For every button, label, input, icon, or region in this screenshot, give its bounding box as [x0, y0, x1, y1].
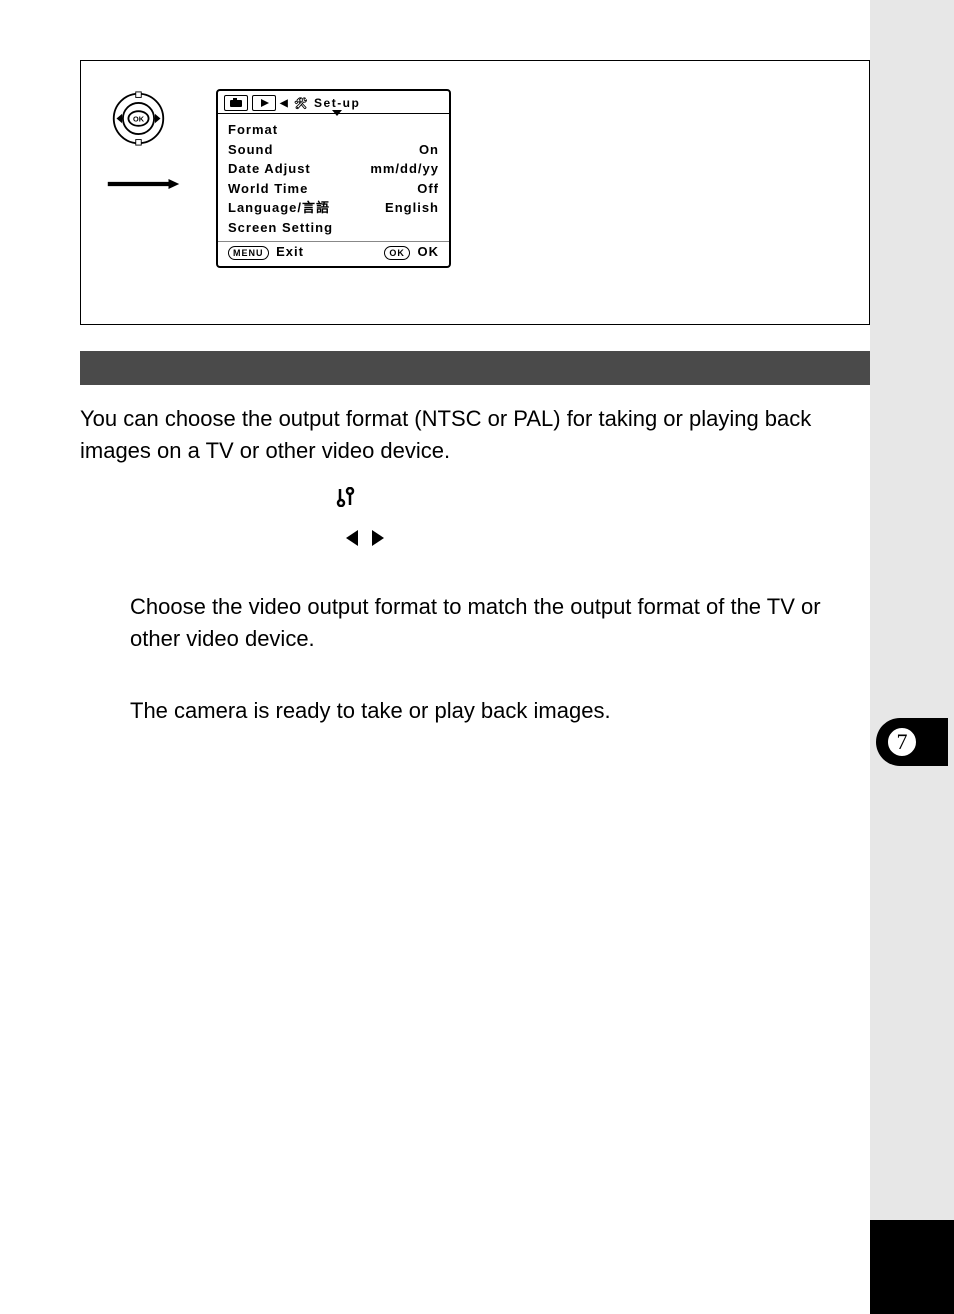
lcd-value: Off — [417, 179, 439, 199]
lcd-menu-list: Format Sound On Date Adjust mm/dd/yy World… — [218, 114, 449, 241]
lcd-value: English — [385, 198, 439, 218]
intro-paragraph: You can choose the output format (NTSC o… — [80, 403, 870, 467]
camera-lcd-mock: ◀ 🛠 Set-up Format Sound On Date Adjust mm/… — [216, 89, 451, 268]
lcd-value: mm/dd/yy — [370, 159, 439, 179]
lcd-title-text: Set-up — [314, 96, 360, 110]
triangle-right-icon — [372, 530, 384, 546]
lcd-label: Date Adjust — [228, 159, 311, 179]
four-way-controller-icon: OK — [111, 91, 166, 146]
menu-pill-icon: MENU — [228, 246, 269, 260]
right-margin-bottom-block — [870, 1220, 954, 1314]
triangle-left-icon — [346, 530, 358, 546]
lcd-label: Format — [228, 120, 278, 140]
camera-tab-icon — [224, 95, 248, 111]
lcd-footer-ok: OK — [418, 244, 440, 259]
arrow-right-icon — [96, 176, 191, 186]
wrench-slider-icon — [335, 487, 355, 507]
playback-tab-icon — [252, 95, 276, 111]
step-text-2: The camera is ready to take or play back… — [130, 695, 870, 727]
illustration-panel: OK ◀ 🛠 — [80, 60, 870, 325]
lcd-value: On — [419, 140, 439, 160]
section-heading-bar — [80, 351, 870, 385]
step-text-1: Choose the video output format to match … — [130, 591, 870, 655]
lcd-label: Sound — [228, 140, 273, 160]
lcd-row-world-time: World Time Off — [228, 179, 439, 199]
lcd-label: Screen Setting — [228, 218, 333, 238]
lcd-label: World Time — [228, 179, 308, 199]
chapter-number-badge: 7 — [886, 726, 918, 758]
wrench-icon: 🛠 — [294, 98, 309, 110]
lcd-row-screen-setting: Screen Setting — [228, 218, 439, 238]
chapter-side-tab: 7 — [876, 718, 948, 766]
right-margin-column — [870, 0, 954, 1314]
lcd-footer: MENU Exit OK OK — [218, 241, 449, 266]
left-triangle-small-icon: ◀ — [280, 98, 288, 109]
lcd-label: Language/言語 — [228, 198, 330, 218]
svg-text:OK: OK — [133, 114, 145, 123]
lcd-row-language: Language/言語 English — [228, 198, 439, 218]
lcd-row-format: Format — [228, 120, 439, 140]
tools-icon-row — [80, 487, 870, 512]
lcd-title: 🛠 Set-up — [292, 96, 443, 110]
lcd-row-sound: Sound On — [228, 140, 439, 160]
lcd-row-date-adjust: Date Adjust mm/dd/yy — [228, 159, 439, 179]
left-right-arrows-row — [80, 530, 870, 551]
lcd-footer-exit: Exit — [276, 244, 304, 259]
lcd-tab-header: ◀ 🛠 Set-up — [218, 91, 449, 114]
ok-pill-icon: OK — [384, 246, 410, 260]
